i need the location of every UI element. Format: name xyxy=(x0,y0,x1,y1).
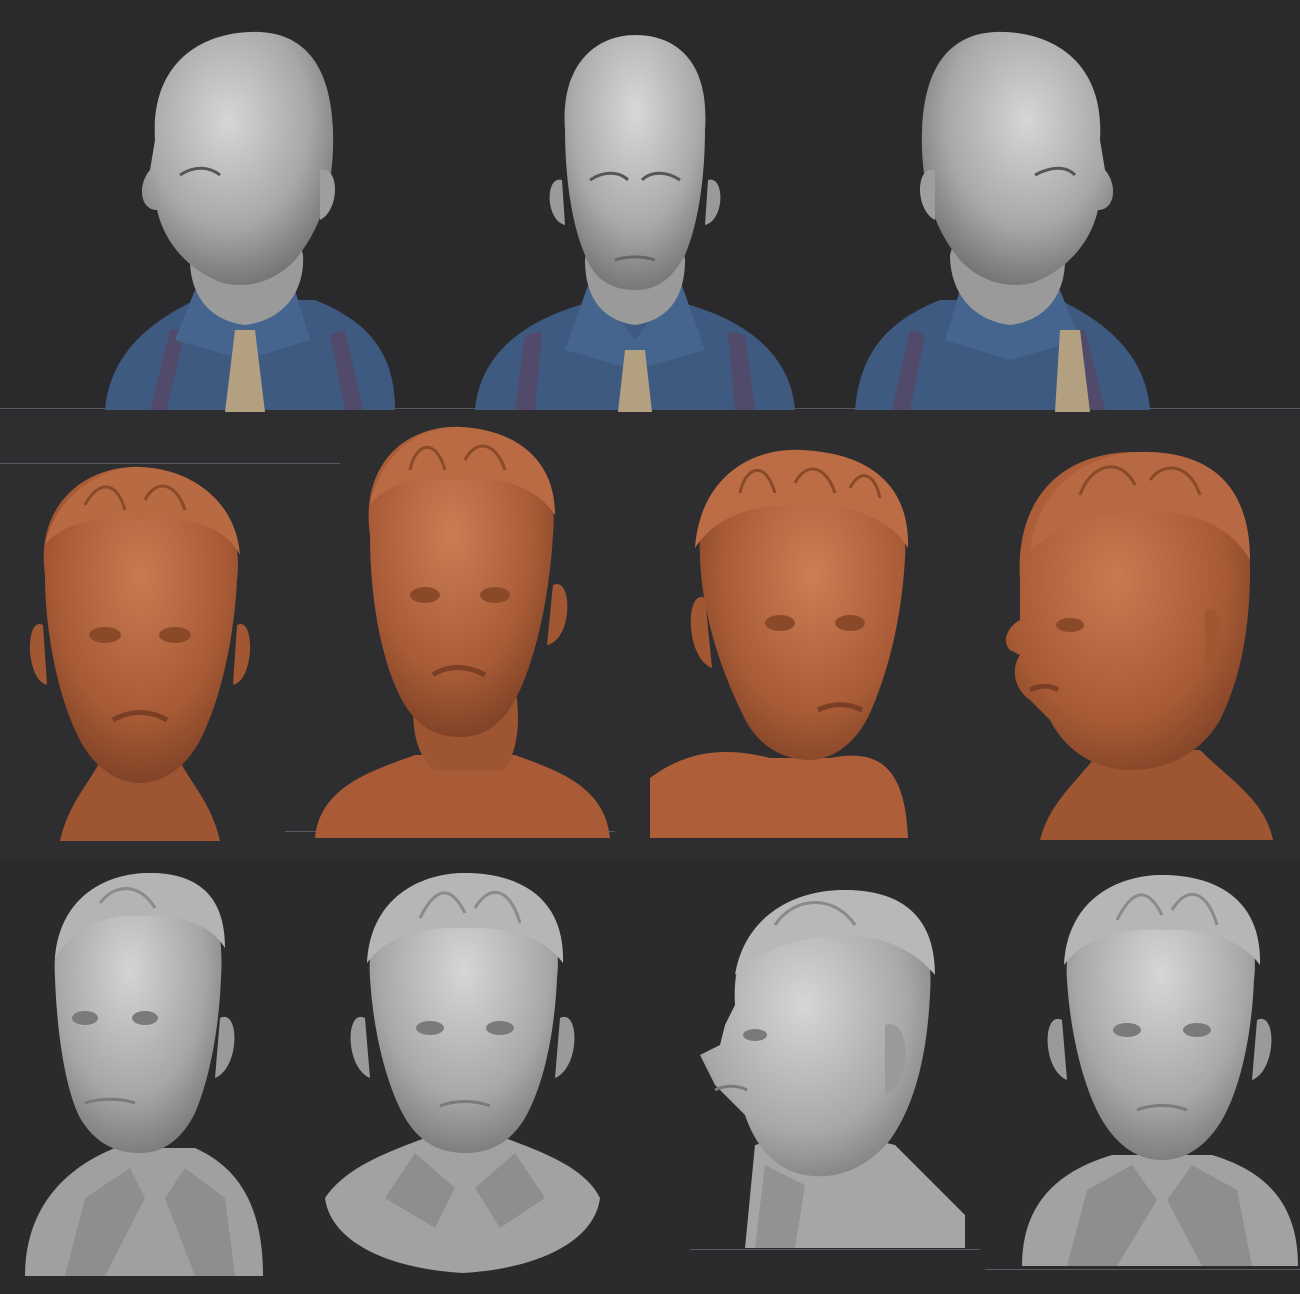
grey-bust-front-left xyxy=(325,868,600,1278)
clay-bust-three-quarter xyxy=(315,425,610,840)
clay-head-profile-left xyxy=(1000,450,1275,842)
clay-bust-looking-up xyxy=(650,448,912,840)
bald-bust-three-quarter-left xyxy=(95,20,405,412)
grey-bust-profile-left xyxy=(695,885,970,1250)
clay-head-front xyxy=(25,465,255,843)
bald-bust-three-quarter-right xyxy=(850,20,1160,412)
grey-bust-three-quarter-left xyxy=(25,868,265,1278)
guide-line xyxy=(0,463,340,464)
bald-bust-front xyxy=(470,20,800,412)
sculpt-sheet xyxy=(0,0,1300,1294)
guide-line xyxy=(985,1269,1300,1270)
grey-bust-front xyxy=(1022,870,1300,1268)
